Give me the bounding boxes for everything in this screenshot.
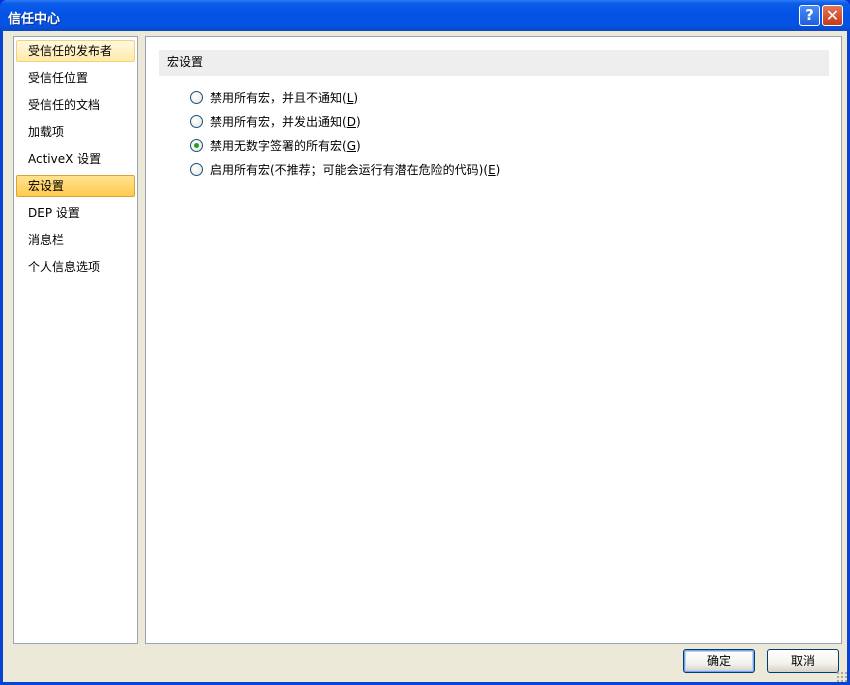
cancel-button[interactable]: 取消 [767,649,839,673]
sidebar-item-macro-settings[interactable]: 宏设置 [16,175,135,197]
sidebar-item-trusted-documents[interactable]: 受信任的文档 [16,94,135,116]
sidebar-item-dep-settings[interactable]: DEP 设置 [16,202,135,224]
sidebar-item-trusted-locations[interactable]: 受信任位置 [16,67,135,89]
sidebar-item-label: DEP 设置 [28,206,80,220]
sidebar-item-label: 受信任的发布者 [28,44,113,58]
sidebar-item-message-bar[interactable]: 消息栏 [16,229,135,251]
sidebar-item-add-ins[interactable]: 加载项 [16,121,135,143]
resize-grip-icon[interactable] [836,671,847,682]
close-button[interactable]: ✕ [822,5,843,26]
sidebar-item-trusted-publishers[interactable]: 受信任的发布者 [16,40,135,62]
radio-button[interactable] [190,115,203,128]
category-list: 受信任的发布者 受信任位置 受信任的文档 加载项 ActiveX 设置 宏设置 … [13,36,138,644]
radio-label: 禁用所有宏，并发出通知(D) [210,115,361,129]
sidebar-item-label: ActiveX 设置 [28,152,102,166]
sidebar-item-label: 消息栏 [28,233,65,247]
sidebar-item-privacy-options[interactable]: 个人信息选项 [16,256,135,278]
radio-label: 禁用所有宏，并且不通知(L) [210,91,359,105]
radio-button-selected[interactable] [190,139,203,152]
title-bar[interactable]: 信任中心 ? ✕ [0,0,850,31]
close-icon: ✕ [825,6,840,25]
radio-label: 禁用无数字签署的所有宏(G) [210,139,361,153]
sidebar-item-activex-settings[interactable]: ActiveX 设置 [16,148,135,170]
sidebar-item-label: 受信任位置 [28,71,89,85]
section-header: 宏设置 [159,50,829,76]
window-title: 信任中心 [8,12,61,27]
ok-button[interactable]: 确定 [683,649,755,673]
sidebar-item-label: 受信任的文档 [28,98,101,112]
sidebar-item-label: 个人信息选项 [28,260,101,274]
radio-button[interactable] [190,163,203,176]
sidebar-item-label: 宏设置 [28,179,65,193]
settings-panel: 宏设置 禁用所有宏，并且不通知(L) 禁用所有宏，并发出通知(D) 禁用无数字签… [145,36,842,644]
radio-button[interactable] [190,91,203,104]
help-icon: ? [805,6,814,24]
radio-label: 启用所有宏(不推荐；可能会运行有潜在危险的代码)(E) [210,163,501,177]
trust-center-dialog: 信任中心 ? ✕ 受信任的发布者 受信任位置 受信任的文档 加载项 Active… [0,0,850,685]
help-button[interactable]: ? [799,5,820,26]
sidebar-item-label: 加载项 [28,125,65,139]
